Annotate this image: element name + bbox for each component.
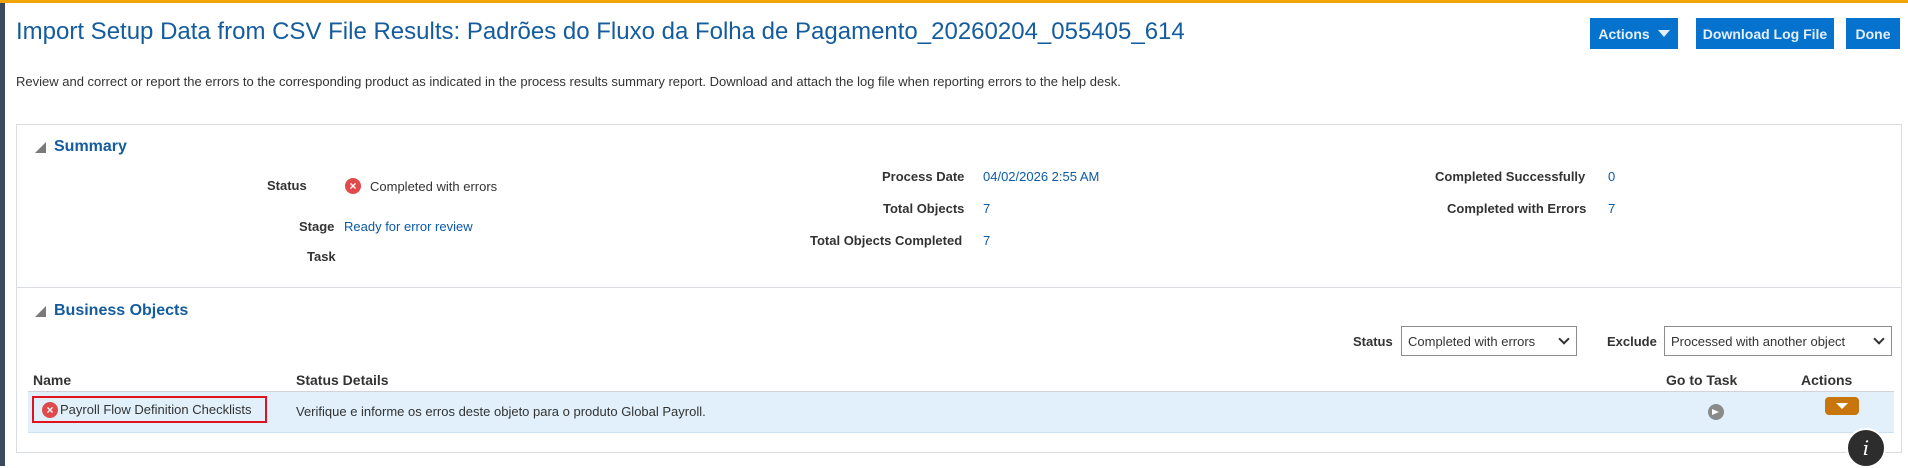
completed-successfully-value[interactable]: 0 (1608, 169, 1615, 184)
error-circle-icon: × (345, 178, 361, 194)
download-log-file-button[interactable]: Download Log File (1696, 18, 1834, 49)
caret-down-icon (1657, 30, 1670, 37)
status-value: × Completed with errors (345, 178, 497, 194)
column-header-name[interactable]: Name (33, 372, 71, 388)
object-name-cell[interactable]: × Payroll Flow Definition Checklists (32, 396, 268, 423)
chevron-down-icon (1873, 333, 1885, 345)
collapse-triangle-icon[interactable] (35, 305, 46, 317)
stage-label: Stage (299, 219, 335, 234)
status-value-text: Completed with errors (370, 178, 498, 194)
filter-exclude-value: Processed with another object (1671, 333, 1846, 349)
completed-successfully-label: Completed Successfully (1435, 169, 1586, 184)
column-header-go-to-task[interactable]: Go to Task (1666, 372, 1737, 388)
chevron-down-icon (1558, 333, 1570, 345)
column-header-actions[interactable]: Actions (1801, 372, 1852, 388)
column-header-status-details[interactable]: Status Details (296, 372, 389, 388)
summary-panel: Summary Status × Completed with errors S… (16, 124, 1902, 288)
object-name: Payroll Flow Definition Checklists (60, 402, 252, 417)
total-objects-completed-value[interactable]: 7 (983, 233, 990, 248)
summary-header[interactable]: Summary (35, 138, 127, 156)
total-objects-completed-label: Total Objects Completed (810, 233, 963, 248)
filter-status-label: Status (1353, 334, 1393, 349)
left-edge-bar (0, 3, 5, 466)
filter-status-select[interactable]: Completed with errors (1401, 326, 1577, 356)
summary-title: Summary (54, 138, 127, 155)
actions-menu-button[interactable]: Actions (1590, 18, 1678, 49)
instructions-text: Review and correct or report the errors … (16, 74, 1121, 89)
page-title: Import Setup Data from CSV File Results:… (16, 18, 1185, 45)
row-actions-menu-button[interactable] (1825, 397, 1859, 415)
collapse-triangle-icon[interactable] (35, 141, 46, 153)
filter-status-value: Completed with errors (1408, 333, 1536, 349)
done-button[interactable]: Done (1846, 18, 1900, 49)
error-circle-icon: × (42, 401, 58, 418)
business-objects-header[interactable]: Business Objects (35, 302, 188, 320)
actions-button-label: Actions (1598, 25, 1650, 42)
total-objects-value[interactable]: 7 (983, 201, 990, 216)
task-label: Task (307, 249, 336, 264)
top-accent-bar (0, 0, 1908, 3)
process-date-value[interactable]: 04/02/2026 2:55 AM (983, 169, 1099, 184)
stage-value-link[interactable]: Ready for error review (344, 219, 473, 234)
go-to-task-icon[interactable] (1708, 404, 1724, 420)
process-date-label: Process Date (882, 169, 965, 184)
filter-exclude-label: Exclude (1607, 334, 1657, 349)
info-icon[interactable]: i (1846, 428, 1886, 468)
business-objects-title: Business Objects (54, 302, 189, 319)
total-objects-label: Total Objects (883, 201, 965, 216)
business-objects-panel: Business Objects Status Completed with e… (16, 287, 1902, 453)
status-details-text: Verifique e informe os erros deste objet… (296, 404, 706, 419)
completed-with-errors-label: Completed with Errors (1447, 201, 1587, 216)
status-label: Status (267, 178, 307, 193)
filter-exclude-select[interactable]: Processed with another object (1664, 326, 1892, 356)
table-row[interactable]: × Payroll Flow Definition Checklists Ver… (28, 392, 1894, 433)
completed-with-errors-value[interactable]: 7 (1608, 201, 1615, 216)
